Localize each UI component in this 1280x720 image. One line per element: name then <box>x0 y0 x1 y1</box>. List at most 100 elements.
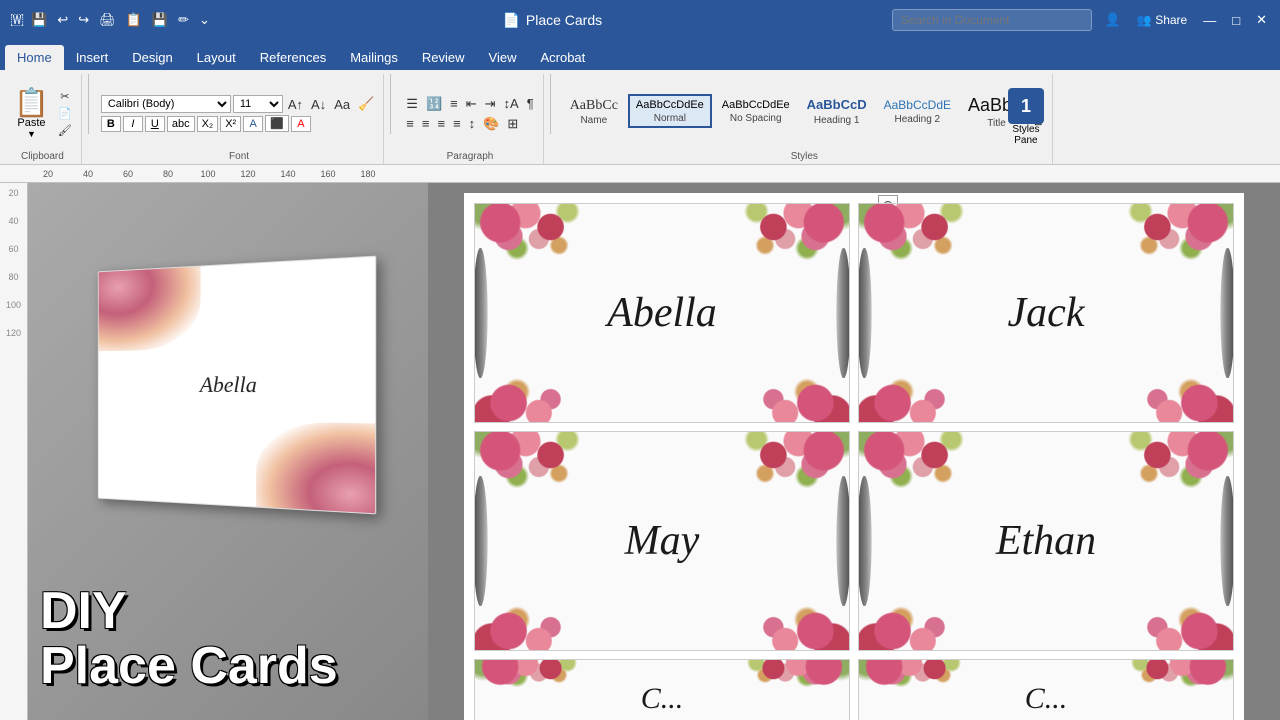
bold-button[interactable]: B <box>101 116 121 132</box>
divider-3 <box>550 74 551 134</box>
search-input[interactable] <box>892 9 1092 31</box>
tab-design[interactable]: Design <box>120 45 184 70</box>
horizontal-ruler: 20 40 60 80 100 120 140 160 180 <box>0 165 1280 183</box>
bullets-button[interactable]: ☰ <box>403 95 421 113</box>
style-h1-label: Heading 1 <box>814 115 860 126</box>
highlight-button[interactable]: ⬛ <box>265 115 289 132</box>
floral-br-1 <box>681 346 849 422</box>
clipboard-extras: ✂ 📄 🖌 <box>55 89 75 138</box>
ruler-tick-60: 60 <box>108 169 148 179</box>
undo-button[interactable]: ↩ <box>54 11 71 29</box>
vtick-100: 100 <box>6 300 21 310</box>
shading-button[interactable]: 🎨 <box>480 115 502 133</box>
multilevel-button[interactable]: ≡ <box>447 95 461 112</box>
style-name[interactable]: AaBbCc Name <box>563 93 625 130</box>
place-card-may[interactable]: May <box>474 431 850 651</box>
decrease-font-button[interactable]: A↓ <box>308 96 329 113</box>
style-heading2[interactable]: AaBbCcDdE Heading 2 <box>877 94 958 128</box>
align-left-button[interactable]: ≡ <box>403 115 417 132</box>
format-painter-button[interactable]: 🖌 <box>55 123 75 138</box>
copy-button[interactable]: 📋 <box>123 11 145 29</box>
tab-references[interactable]: References <box>248 45 338 70</box>
style-title-label: Title <box>987 118 1006 129</box>
ribbon-group-styles: AaBbCc Name AaBbCcDdEe Normal AaBbCcDdEe… <box>557 74 1053 164</box>
place-card-ethan[interactable]: Ethan <box>858 431 1234 651</box>
borders-button[interactable]: ⊞ <box>504 115 521 133</box>
thumbnail-card-name: Abella <box>200 371 257 397</box>
edit-button[interactable]: ✏ <box>175 11 192 29</box>
minimize-button[interactable]: — <box>1200 12 1219 29</box>
show-hide-button[interactable]: ¶ <box>524 95 537 112</box>
card-name-ethan: Ethan <box>996 517 1096 565</box>
user-account-button[interactable]: 👤 <box>1102 11 1124 29</box>
align-right-button[interactable]: ≡ <box>434 115 448 132</box>
superscript-button[interactable]: X² <box>220 116 241 132</box>
change-case-button[interactable]: Aa <box>331 96 353 113</box>
more-qat-button[interactable]: ⌄ <box>196 11 213 29</box>
text-color-button[interactable]: A <box>291 116 311 132</box>
justify-button[interactable]: ≡ <box>450 115 464 132</box>
tab-review[interactable]: Review <box>410 45 477 70</box>
place-card-abella[interactable]: Abella <box>474 203 850 423</box>
tab-layout[interactable]: Layout <box>185 45 248 70</box>
share-button[interactable]: 👥 Share <box>1134 12 1190 28</box>
tab-acrobat[interactable]: Acrobat <box>528 45 597 70</box>
document-area[interactable]: ⊕ Abella <box>428 183 1280 720</box>
floral-br-2 <box>1065 346 1233 422</box>
style-normal[interactable]: AaBbCcDdEe Normal <box>628 94 712 128</box>
ribbon-group-clipboard: 📋 Paste ▼ ✂ 📄 🖌 Clipboard <box>4 74 82 164</box>
cut-button[interactable]: ✂ <box>55 89 75 104</box>
vtick-80: 80 <box>8 272 18 282</box>
paste-button[interactable]: 📋 Paste ▼ <box>10 87 53 141</box>
align-center-button[interactable]: ≡ <box>419 115 433 132</box>
font-size-select[interactable]: 11 <box>233 95 283 113</box>
thumbnail-floral-br <box>256 421 375 513</box>
underline-button[interactable]: U <box>145 116 165 132</box>
tab-home[interactable]: Home <box>5 45 64 70</box>
place-card-jack[interactable]: Jack <box>858 203 1234 423</box>
font-family-select[interactable]: Calibri (Body) <box>101 95 231 113</box>
maximize-button[interactable]: □ <box>1229 12 1243 29</box>
card-name-6: C... <box>1025 682 1068 716</box>
strikethrough-button[interactable]: abc <box>167 116 195 132</box>
place-card-6[interactable]: C... <box>858 659 1234 720</box>
vertical-ruler: 20 40 60 80 100 120 <box>0 183 28 720</box>
ruler-content: 20 40 60 80 100 120 140 160 180 <box>28 169 388 179</box>
close-button[interactable]: ✕ <box>1253 11 1270 29</box>
save2-button[interactable]: 💾 <box>149 11 171 29</box>
tab-insert[interactable]: Insert <box>64 45 121 70</box>
copy-button2[interactable]: 📄 <box>55 106 75 121</box>
font-color-button[interactable]: A <box>243 116 263 132</box>
floral-tr-2 <box>1065 204 1233 296</box>
floral-bl-2 <box>859 346 1027 422</box>
style-no-spacing[interactable]: AaBbCcDdEe No Spacing <box>715 95 797 127</box>
line-spacing-button[interactable]: ↕ <box>466 115 479 132</box>
redo-button[interactable]: ↪ <box>75 11 92 29</box>
font-row2: B I U abc X₂ X² A ⬛ A <box>101 115 377 132</box>
print-button[interactable]: 🖨 <box>96 11 119 29</box>
clear-format-button[interactable]: 🧹 <box>355 95 377 113</box>
styles-pane-button[interactable]: 1 <box>1008 88 1044 124</box>
floral-tl-4 <box>859 432 1027 524</box>
paste-icon: 📋 <box>14 89 49 117</box>
numbering-button[interactable]: 🔢 <box>423 95 445 113</box>
title-bar: 🇼 💾 ↩ ↪ 🖨 📋 💾 ✏ ⌄ 📄 Place Cards 👤 👥 Shar… <box>0 0 1280 40</box>
floral-tl-1 <box>475 204 643 296</box>
style-heading1[interactable]: AaBbCcD Heading 1 <box>800 93 874 128</box>
tab-mailings[interactable]: Mailings <box>338 45 410 70</box>
ruler-tick-100: 100 <box>188 169 228 179</box>
floral-tr-5 <box>681 660 849 693</box>
tab-view[interactable]: View <box>477 45 529 70</box>
increase-indent-button[interactable]: ⇥ <box>482 95 499 113</box>
italic-button[interactable]: I <box>123 116 143 132</box>
title-bar-right: 👤 👥 Share — □ ✕ <box>892 9 1270 31</box>
save-button[interactable]: 💾 <box>28 11 50 29</box>
floral-tl-2 <box>859 204 1027 296</box>
sort-button[interactable]: ↕A <box>501 95 522 112</box>
paste-label: Paste <box>17 117 45 129</box>
decrease-indent-button[interactable]: ⇤ <box>463 95 480 113</box>
increase-font-button[interactable]: A↑ <box>285 96 306 113</box>
subscript-button[interactable]: X₂ <box>197 116 219 132</box>
styles-pane-icon: 1 <box>1021 96 1031 117</box>
place-card-5[interactable]: C... <box>474 659 850 720</box>
